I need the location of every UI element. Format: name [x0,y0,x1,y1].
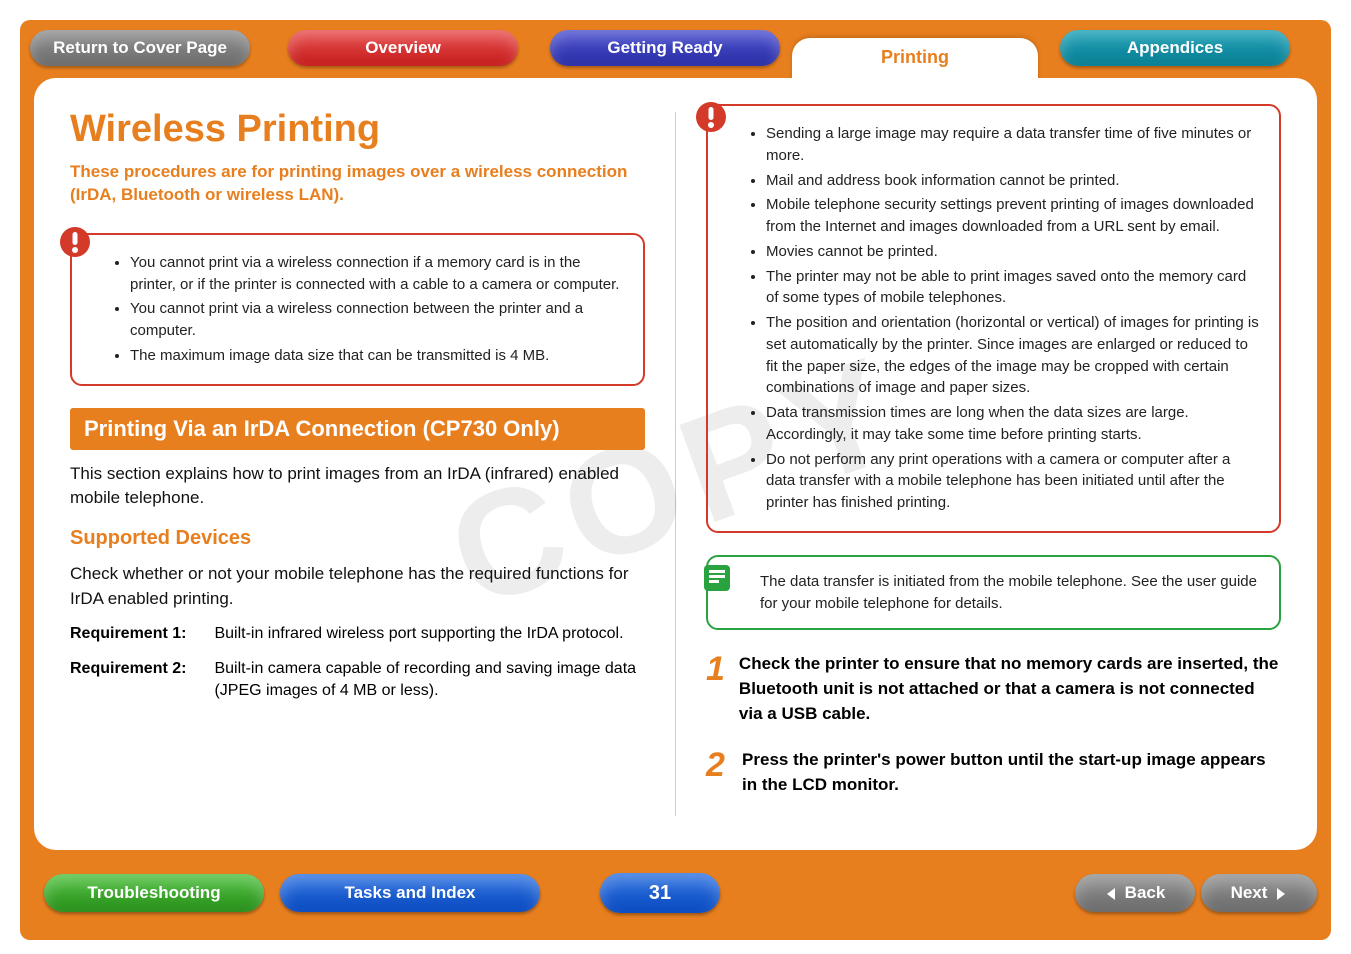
warning-right-item: Data transmission times are long when th… [766,402,1261,446]
nav-overview[interactable]: Overview [288,30,518,66]
step-text: Press the printer's power button until t… [742,748,1281,797]
warning-right-item: Mail and address book information cannot… [766,170,1261,192]
btn-label: Back [1125,883,1166,902]
step-number: 1 [706,652,725,726]
step-row: 1 Check the printer to ensure that no me… [706,652,1281,726]
btn-label: Next [1231,883,1268,902]
nav-label: Overview [365,38,441,57]
content-panel: COPY Wireless Printing These procedures … [34,78,1317,850]
step-row: 2 Press the printer's power button until… [706,748,1281,797]
nav-label: Getting Ready [607,38,722,57]
section-intro: This section explains how to print image… [70,462,645,511]
nav-label: Return to Cover Page [53,38,227,57]
warning-left-item: You cannot print via a wireless connecti… [130,252,625,296]
requirement-row: Requirement 2: Built-in camera capable o… [70,658,645,703]
page-number-value: 31 [649,882,671,904]
btn-label: Troubleshooting [87,883,220,902]
warning-right-item: Mobile telephone security settings preve… [766,194,1261,238]
nav-return-cover[interactable]: Return to Cover Page [30,30,250,66]
triangle-right-icon [1273,887,1287,901]
nav-label: Printing [881,47,949,67]
triangle-left-icon [1105,887,1119,901]
nav-getting-ready[interactable]: Getting Ready [550,30,780,66]
warning-right-list: Sending a large image may require a data… [748,123,1261,514]
right-column: Sending a large image may require a data… [706,104,1281,820]
requirement-value: Built-in camera capable of recording and… [214,658,639,703]
requirement-value: Built-in infrared wireless port supporti… [214,623,639,645]
top-nav: Return to Cover Page Overview Getting Re… [20,30,1331,70]
warning-right-item: Movies cannot be printed. [766,241,1261,263]
warning-right-item: The position and orientation (horizontal… [766,312,1261,399]
warning-right-item: The printer may not be able to print ima… [766,266,1261,310]
page-number: 31 [600,873,720,913]
requirement-label: Requirement 1: [70,623,210,645]
section-heading: Printing Via an IrDA Connection (CP730 O… [70,408,645,450]
nav-appendices[interactable]: Appendices [1060,30,1290,66]
note-callout: The data transfer is initiated from the … [706,555,1281,631]
note-icon [700,561,734,595]
warning-callout-left: You cannot print via a wireless connecti… [70,233,645,386]
requirement-row: Requirement 1: Built-in infrared wireles… [70,623,645,645]
requirement-label: Requirement 2: [70,658,210,680]
nav-label: Appendices [1127,38,1223,57]
bottom-nav: Troubleshooting Tasks and Index 31 Back … [20,874,1331,922]
page-title: Wireless Printing [70,108,645,151]
btn-next[interactable]: Next [1201,874,1317,912]
warning-right-item: Sending a large image may require a data… [766,123,1261,167]
step-number: 2 [706,748,728,797]
step-text: Check the printer to ensure that no memo… [739,652,1281,726]
btn-tasks-index[interactable]: Tasks and Index [280,874,540,912]
warning-right-item: Do not perform any print operations with… [766,449,1261,514]
subheading-supported-devices: Supported Devices [70,527,645,550]
warning-left-item: The maximum image data size that can be … [130,345,625,367]
note-text: The data transfer is initiated from the … [760,573,1257,612]
warning-left-item: You cannot print via a wireless connecti… [130,298,625,342]
column-divider [675,112,676,816]
warning-left-list: You cannot print via a wireless connecti… [112,252,625,367]
left-column: Wireless Printing These procedures are f… [70,108,645,820]
supported-devices-text: Check whether or not your mobile telepho… [70,562,645,611]
warning-callout-right: Sending a large image may require a data… [706,104,1281,533]
alert-icon [694,100,728,134]
alert-icon [58,225,92,259]
page-lede: These procedures are for printing images… [70,161,630,207]
btn-troubleshooting[interactable]: Troubleshooting [44,874,264,912]
btn-label: Tasks and Index [344,883,475,902]
btn-back[interactable]: Back [1075,874,1195,912]
